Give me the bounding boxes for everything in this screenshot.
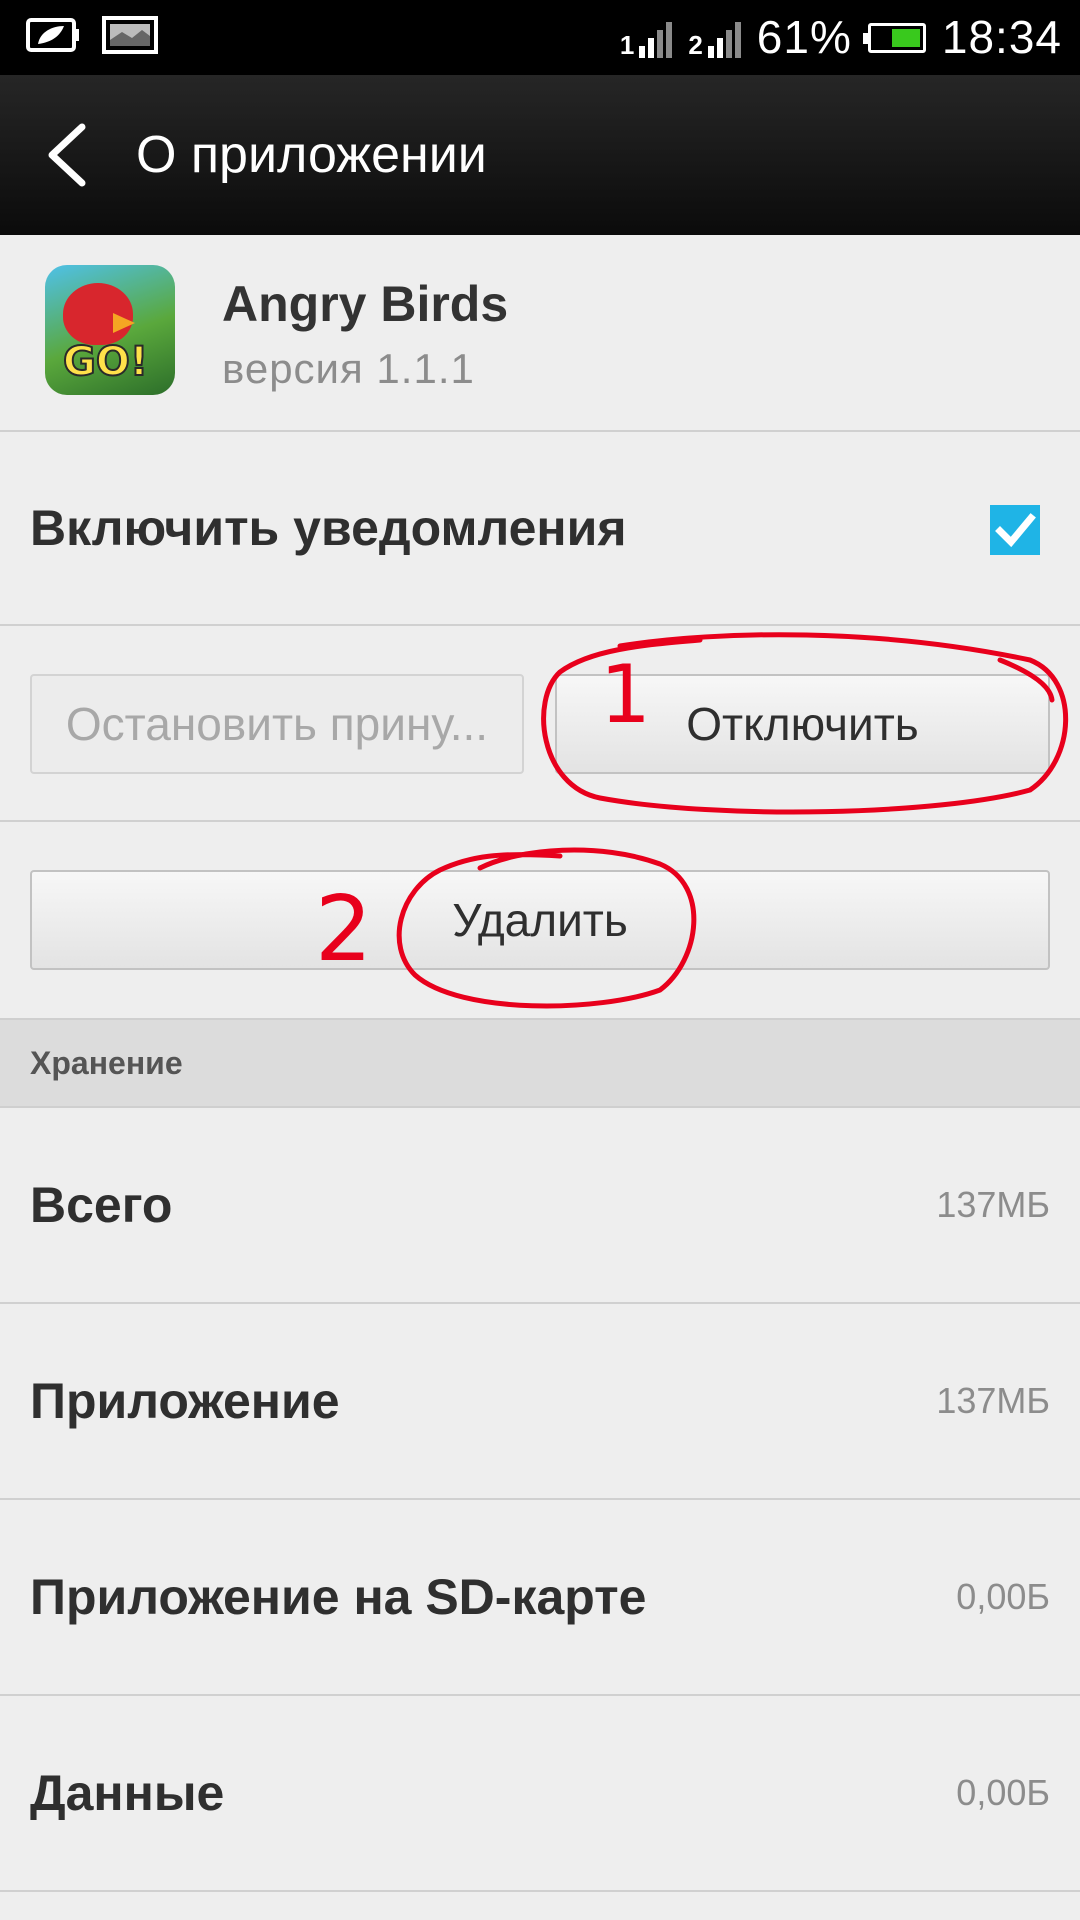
signal-sim2-icon: 2 bbox=[688, 18, 741, 60]
storage-label: Всего bbox=[30, 1177, 173, 1233]
notifications-row[interactable]: Включить уведомления bbox=[0, 432, 1080, 626]
storage-label: Приложение на SD-карте bbox=[30, 1569, 647, 1625]
battery-percent: 61% bbox=[756, 11, 852, 63]
uninstall-button[interactable]: Удалить bbox=[30, 870, 1050, 970]
storage-row-total: Всего 137МБ bbox=[0, 1108, 1080, 1304]
signal-sim1-icon: 1 bbox=[619, 18, 673, 60]
section-title: Хранение bbox=[30, 1045, 183, 1081]
storage-row-sd: Приложение на SD-карте 0,00Б bbox=[0, 1500, 1080, 1696]
sim2-label: 2 bbox=[688, 29, 703, 60]
clock: 18:34 bbox=[941, 11, 1062, 63]
gallery-notification-icon bbox=[102, 16, 158, 54]
storage-value: 0,00Б bbox=[956, 1772, 1050, 1813]
app-name: Angry Birds bbox=[222, 276, 509, 332]
storage-value: 137МБ bbox=[936, 1380, 1050, 1421]
app-version: версия 1.1.1 bbox=[222, 345, 475, 392]
app-icon: GO! bbox=[45, 265, 175, 395]
action-bar: О приложении bbox=[0, 75, 1080, 235]
storage-label: Приложение bbox=[30, 1373, 340, 1429]
force-stop-button[interactable]: Остановить прину... bbox=[30, 674, 524, 774]
disable-button[interactable]: Отключить bbox=[555, 674, 1050, 774]
battery-icon bbox=[862, 22, 926, 53]
app-header: GO! Angry Birds версия 1.1.1 bbox=[0, 235, 1080, 432]
back-arrow-icon[interactable] bbox=[44, 123, 88, 187]
notifications-checkbox[interactable] bbox=[990, 505, 1040, 555]
checkmark-icon bbox=[995, 513, 1036, 548]
storage-value: 0,00Б bbox=[956, 1576, 1050, 1617]
sim1-label: 1 bbox=[619, 29, 635, 60]
storage-label: Данные bbox=[30, 1765, 225, 1821]
notifications-label: Включить уведомления bbox=[30, 500, 627, 556]
app-icon-logo: GO! bbox=[62, 338, 149, 386]
storage-section-header: Хранение bbox=[0, 1018, 1080, 1108]
storage-value: 137МБ bbox=[936, 1184, 1050, 1225]
status-bar: 1 2 61% 18:34 bbox=[0, 0, 1080, 75]
power-saver-icon bbox=[26, 18, 79, 52]
page-title: О приложении bbox=[136, 126, 487, 184]
storage-row-app: Приложение 137МБ bbox=[0, 1304, 1080, 1500]
storage-row-data: Данные 0,00Б bbox=[0, 1696, 1080, 1892]
